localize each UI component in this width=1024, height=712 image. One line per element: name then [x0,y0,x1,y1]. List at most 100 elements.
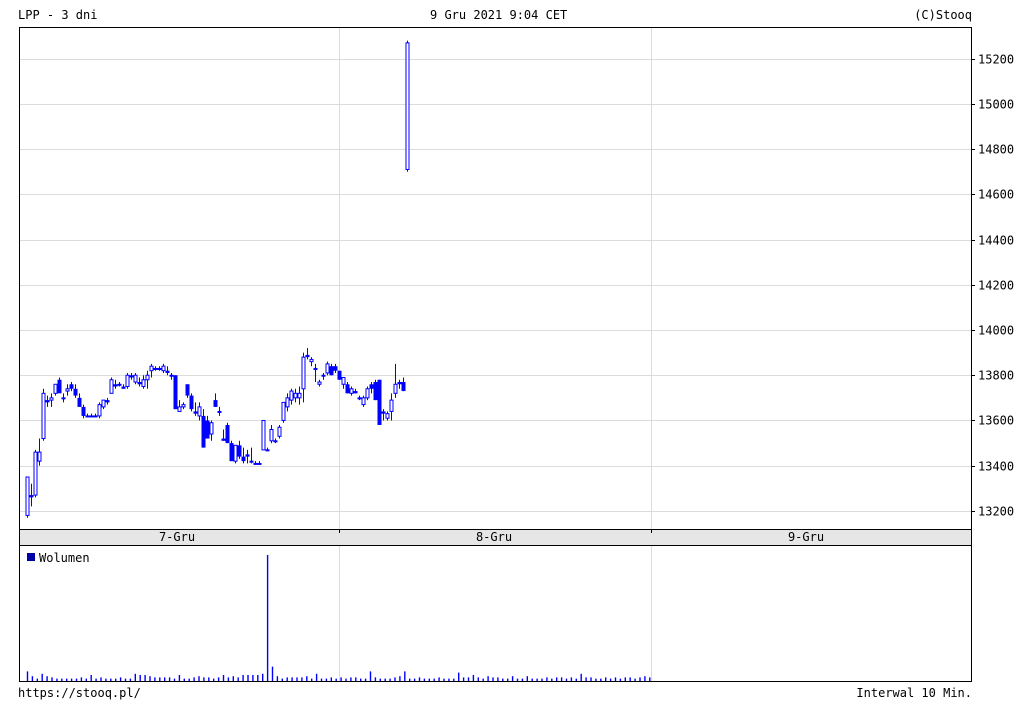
candle [137,377,142,387]
candle-body-down [205,420,210,439]
candle-body-up [157,367,162,370]
candle [69,382,74,392]
candle [185,384,190,398]
candle-body-up [109,379,114,394]
candle-body-up [257,462,262,465]
candle-body-up [161,365,166,372]
candle-body-up [149,365,154,372]
candle [65,384,70,396]
candle [293,388,298,403]
candle [101,399,106,410]
candle [285,393,290,412]
candle-body-up [341,376,346,385]
y-tick-label: 13400 [978,460,1014,474]
candle [25,476,30,518]
candle-body-down [237,445,242,457]
candle [41,388,46,441]
candle [221,429,226,441]
candle [89,413,94,418]
candle-body-up [309,358,314,363]
candle-body-down [213,400,218,407]
candle-body-down [369,384,374,389]
volume-panel-frame [19,545,972,682]
candle-body-down [305,354,310,358]
candle [301,352,306,403]
candle [61,393,66,403]
y-tick-label: 14600 [978,188,1014,202]
candle-body-up [101,399,106,408]
y-tick-label: 13800 [978,369,1014,383]
candle-body-up [365,388,370,399]
candle [105,397,110,405]
candle [369,382,374,394]
candle-body-up [181,404,186,408]
candle [173,375,178,410]
candle-body-up [169,374,174,377]
candle [45,395,50,407]
candle [361,395,366,407]
candle-body-down [77,397,82,407]
candle [273,438,278,444]
candle [309,357,314,367]
candle-body-down [241,456,246,462]
candle [121,384,126,389]
candle [241,447,246,464]
candle-body-down [121,386,126,389]
candle [213,393,218,407]
candle [337,370,342,380]
candle-body-down [57,379,62,394]
candle [169,372,174,380]
candle [161,363,166,373]
candle [81,404,86,419]
candle [37,438,42,466]
candle [201,409,206,448]
interval-label: Interwal 10 Min. [856,686,972,700]
candle [113,379,118,389]
legend-swatch [27,553,35,561]
candle-body-up [197,406,202,417]
legend-label: Wolumen [39,551,90,565]
y-tick-label: 15200 [978,53,1014,67]
candle-body-up [289,390,294,401]
candle-body-down [193,411,198,414]
candle [353,388,358,394]
source-url-link[interactable]: https://stooq.pl/ [18,686,141,700]
candle-body-up [93,415,98,418]
candle-body-down [113,384,118,387]
candle-body-up [33,451,38,496]
candle [29,483,34,507]
candle [325,361,330,376]
candle-body-up [141,379,146,388]
candle [165,366,170,376]
candle-body-down [201,415,206,448]
candle-body-up [153,367,158,370]
y-tick-label: 15000 [978,98,1014,112]
candle-body-up [41,392,46,440]
candle-body-up [265,449,270,452]
candle-body-down [221,438,226,441]
candle-body-down [173,375,178,410]
candle-body-up [233,444,238,462]
candle [225,422,230,444]
candle [385,411,390,421]
y-tick-label: 14000 [978,324,1014,338]
candle-body-down [225,424,230,444]
candle [329,363,334,376]
x-tick-label: 7-Gru [159,530,195,544]
candle [49,393,54,407]
candle [189,393,194,412]
candle-body-up [321,374,326,377]
candle-body-up [317,381,322,385]
candle-body-up [269,429,274,442]
candle-body-up [361,397,366,406]
y-tick-label: 14800 [978,143,1014,157]
candle [217,406,222,416]
candle-body-down [165,370,170,373]
candle-body-up [217,410,222,413]
candle-body-up [301,356,306,390]
candle [321,372,326,380]
candle-body-up [349,388,354,394]
candle-body-down [333,366,338,371]
candle [405,40,410,172]
candle [193,402,198,416]
